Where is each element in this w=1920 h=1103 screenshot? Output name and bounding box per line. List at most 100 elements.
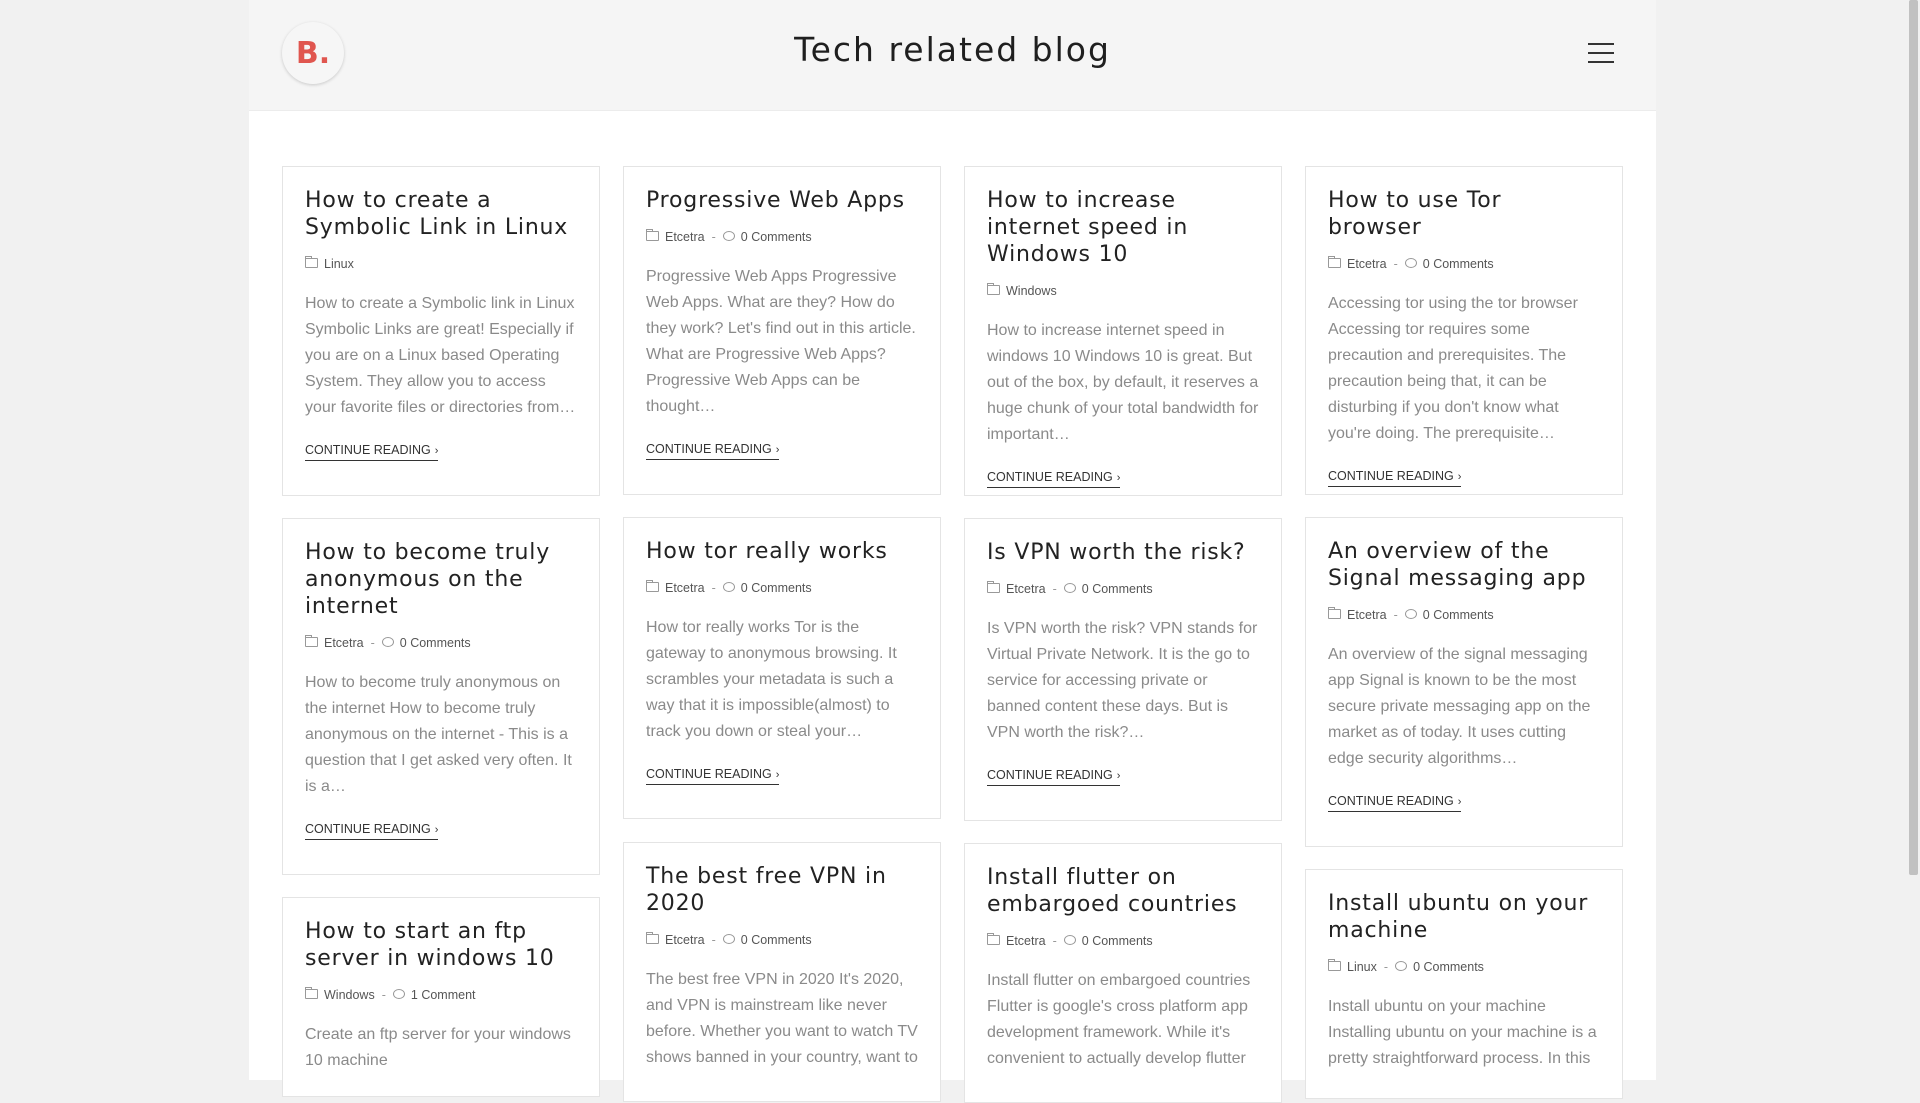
continue-reading-label: CONTINUE READING — [646, 767, 772, 781]
post-category[interactable]: Linux — [324, 257, 354, 271]
post-title[interactable]: How to become truly anonymous on the int… — [305, 539, 577, 620]
comment-icon — [1395, 961, 1408, 971]
post-category[interactable]: Etcetra — [665, 581, 705, 595]
post-card: How to use Tor browser Etcetra - 0 Comme… — [1305, 166, 1623, 495]
post-title[interactable]: How to start an ftp server in windows 10 — [305, 918, 577, 972]
post-category[interactable]: Windows — [1006, 284, 1057, 298]
folder-icon — [1328, 607, 1341, 619]
post-excerpt: How to increase internet speed in window… — [987, 322, 1259, 443]
post-excerpt: How tor really works Tor is the gateway … — [646, 619, 897, 740]
post-comments[interactable]: 0 Comments — [741, 933, 812, 947]
meta-separator: - — [711, 581, 716, 595]
continue-reading-link[interactable]: CONTINUE READING › — [305, 822, 439, 840]
site-title[interactable]: Tech related blog — [249, 30, 1656, 69]
post-category[interactable]: Etcetra — [1347, 608, 1387, 622]
post-category[interactable]: Etcetra — [1006, 934, 1046, 948]
post-title[interactable]: An overview of the Signal messaging app — [1328, 538, 1600, 592]
continue-reading-link[interactable]: CONTINUE READING › — [305, 443, 439, 461]
scrollbar-thumb[interactable] — [1909, 0, 1918, 875]
folder-icon — [305, 256, 318, 268]
post-title[interactable]: Progressive Web Apps — [646, 187, 918, 214]
post-category[interactable]: Etcetra — [1006, 582, 1046, 596]
post-meta: Etcetra - 0 Comments — [305, 635, 577, 651]
comment-icon — [722, 231, 735, 241]
post-meta: Windows - 1 Comment — [305, 987, 577, 1003]
post-category[interactable]: Windows — [324, 988, 375, 1002]
meta-separator: - — [711, 933, 716, 947]
post-card: How to create a Symbolic Link in Linux L… — [282, 166, 600, 496]
post-title[interactable]: How to create a Symbolic Link in Linux — [305, 187, 577, 241]
post-card: Install flutter on embargoed countries E… — [964, 843, 1282, 1103]
post-meta: Etcetra - 0 Comments — [646, 229, 918, 245]
chevron-right-icon: › — [775, 769, 780, 781]
post-comments[interactable]: 1 Comment — [411, 988, 476, 1002]
post-card: How tor really works Etcetra - 0 Comment… — [623, 517, 941, 819]
post-category[interactable]: Etcetra — [665, 230, 705, 244]
post-card: How to become truly anonymous on the int… — [282, 518, 600, 875]
page: B. Tech related blog How to create a Sym… — [249, 0, 1656, 1103]
folder-icon — [305, 987, 318, 999]
post-meta: Etcetra - 0 Comments — [1328, 607, 1600, 623]
folder-icon — [646, 932, 659, 944]
comment-icon — [722, 582, 735, 592]
continue-reading-link[interactable]: CONTINUE READING › — [1328, 469, 1462, 487]
post-title[interactable]: Is VPN worth the risk? — [987, 539, 1259, 566]
post-meta: Etcetra - 0 Comments — [646, 932, 918, 948]
continue-reading-link[interactable]: CONTINUE READING › — [646, 442, 780, 460]
post-comments[interactable]: 0 Comments — [400, 636, 471, 650]
meta-separator: - — [370, 636, 375, 650]
continue-reading-link[interactable]: CONTINUE READING › — [987, 470, 1121, 488]
post-comments[interactable]: 0 Comments — [741, 230, 812, 244]
post-excerpt: An overview of the signal messaging app … — [1328, 646, 1591, 767]
continue-reading-label: CONTINUE READING — [987, 470, 1113, 484]
post-title[interactable]: How to increase internet speed in Window… — [987, 187, 1259, 268]
post-title[interactable]: How tor really works — [646, 538, 918, 565]
post-meta: Etcetra - 0 Comments — [987, 933, 1259, 949]
post-excerpt: The best free VPN in 2020 It's 2020, and… — [646, 971, 918, 1066]
post-comments[interactable]: 0 Comments — [1082, 934, 1153, 948]
post-title[interactable]: Install flutter on embargoed countries — [987, 864, 1259, 918]
post-excerpt: Is VPN worth the risk? VPN stands for Vi… — [987, 620, 1258, 741]
folder-icon — [1328, 256, 1341, 268]
post-category[interactable]: Etcetra — [665, 933, 705, 947]
post-title[interactable]: The best free VPN in 2020 — [646, 863, 918, 917]
hamburger-menu-icon[interactable] — [1588, 42, 1614, 64]
comment-icon — [1404, 258, 1417, 268]
post-meta: Etcetra - 0 Comments — [1328, 256, 1600, 272]
post-card: An overview of the Signal messaging app … — [1305, 517, 1623, 847]
post-comments[interactable]: 0 Comments — [1413, 960, 1484, 974]
comment-icon — [1063, 935, 1076, 945]
post-excerpt: Accessing tor using the tor browser Acce… — [1328, 295, 1578, 442]
meta-separator: - — [711, 230, 716, 244]
post-excerpt: Progressive Web Apps Progressive Web App… — [646, 268, 916, 415]
meta-separator: - — [1052, 582, 1057, 596]
post-category[interactable]: Etcetra — [1347, 257, 1387, 271]
chevron-right-icon: › — [434, 824, 439, 836]
comment-icon — [392, 989, 405, 999]
post-title[interactable]: How to use Tor browser — [1328, 187, 1600, 241]
post-comments[interactable]: 0 Comments — [1423, 608, 1494, 622]
chevron-right-icon: › — [775, 444, 780, 456]
menu-bar — [1588, 52, 1614, 54]
continue-reading-link[interactable]: CONTINUE READING › — [646, 767, 780, 785]
post-category[interactable]: Etcetra — [324, 636, 364, 650]
chevron-right-icon: › — [1457, 796, 1462, 808]
post-card: The best free VPN in 2020 Etcetra - 0 Co… — [623, 842, 941, 1102]
post-title[interactable]: Install ubuntu on your machine — [1328, 890, 1600, 944]
vertical-scrollbar[interactable] — [1906, 0, 1920, 1080]
continue-reading-link[interactable]: CONTINUE READING › — [1328, 794, 1462, 812]
menu-bar — [1588, 61, 1614, 63]
continue-reading-label: CONTINUE READING — [646, 442, 772, 456]
post-comments[interactable]: 0 Comments — [1423, 257, 1494, 271]
continue-reading-link[interactable]: CONTINUE READING › — [987, 768, 1121, 786]
chevron-right-icon: › — [434, 445, 439, 457]
post-comments[interactable]: 0 Comments — [741, 581, 812, 595]
folder-icon — [987, 283, 1000, 295]
post-card: Progressive Web Apps Etcetra - 0 Comment… — [623, 166, 941, 495]
post-category[interactable]: Linux — [1347, 960, 1377, 974]
folder-icon — [646, 229, 659, 241]
continue-reading-label: CONTINUE READING — [305, 443, 431, 457]
comment-icon — [381, 637, 394, 647]
post-comments[interactable]: 0 Comments — [1082, 582, 1153, 596]
meta-separator: - — [1383, 960, 1389, 974]
